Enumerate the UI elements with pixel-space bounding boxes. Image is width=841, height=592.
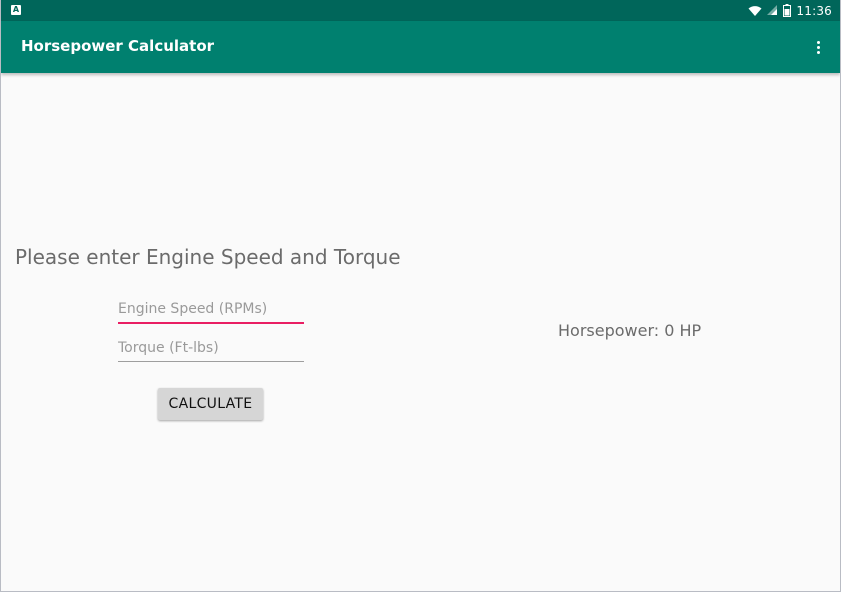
status-bar: A 11:36	[1, 0, 840, 21]
menu-dot	[816, 40, 820, 44]
app-title: Horsepower Calculator	[21, 37, 215, 55]
battery-icon	[783, 4, 792, 17]
engine-speed-underline	[118, 322, 304, 324]
torque-underline	[118, 361, 304, 362]
engine-speed-input[interactable]	[118, 296, 304, 322]
device-screen: A 11:36 Horsepower Calculator Please ent	[0, 0, 841, 592]
torque-input[interactable]	[118, 335, 304, 361]
cell-signal-icon	[767, 5, 778, 15]
wifi-icon	[748, 5, 762, 16]
instruction-text: Please enter Engine Speed and Torque	[15, 245, 401, 269]
horsepower-result: Horsepower: 0 HP	[558, 321, 702, 340]
status-icons: 11:36	[748, 2, 832, 19]
overflow-menu-icon[interactable]	[810, 36, 826, 58]
engine-speed-field	[118, 296, 304, 324]
status-time: 11:36	[796, 3, 832, 18]
a-notification-icon: A	[11, 5, 21, 15]
calculate-button[interactable]: CALCULATE	[158, 388, 263, 420]
torque-field	[118, 335, 304, 362]
menu-dot	[816, 50, 820, 54]
app-bar: Horsepower Calculator	[1, 21, 840, 73]
menu-dot	[816, 45, 820, 49]
